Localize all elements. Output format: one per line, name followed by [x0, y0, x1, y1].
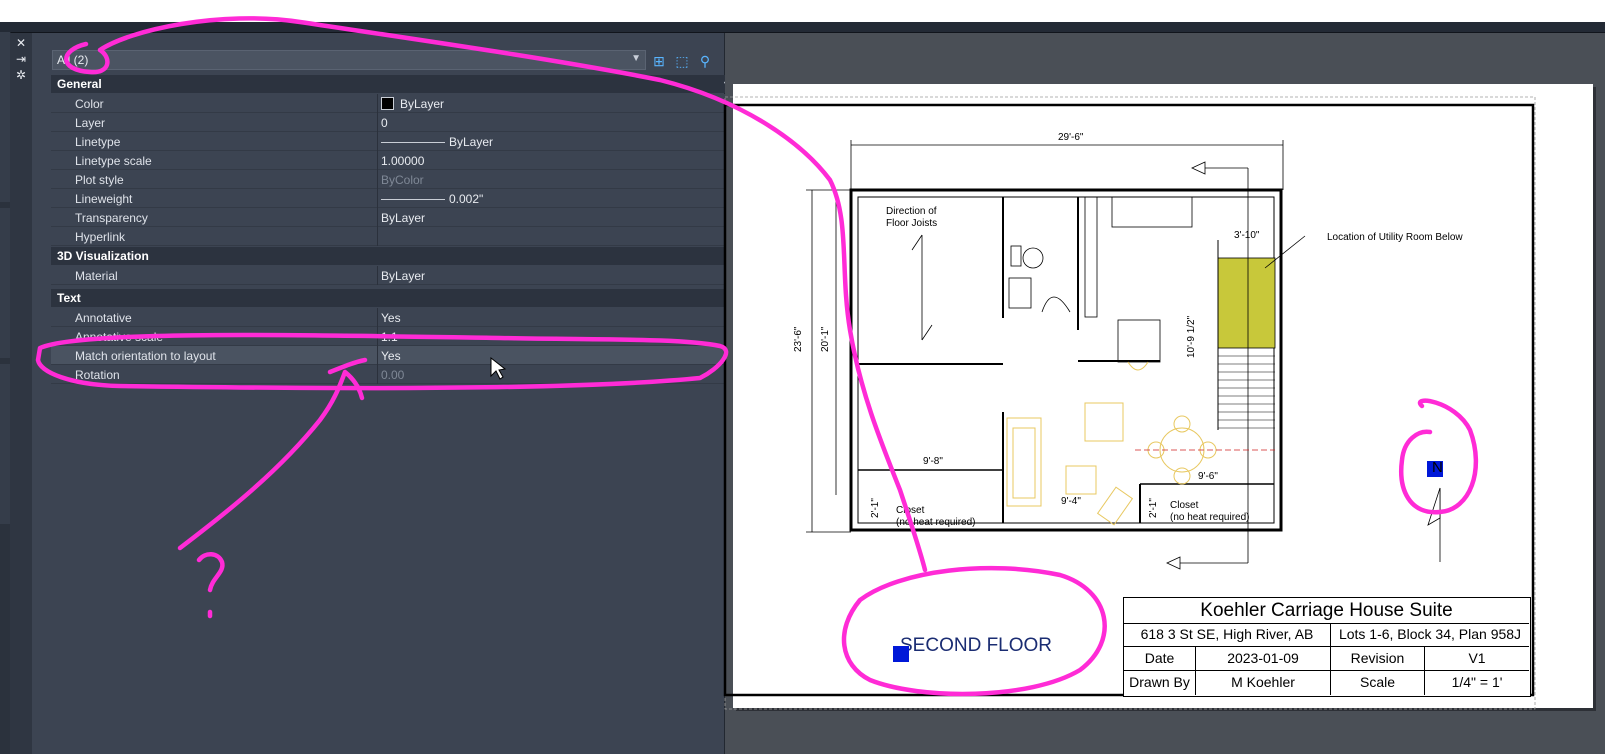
freehand-annotations: [35, 16, 1479, 697]
